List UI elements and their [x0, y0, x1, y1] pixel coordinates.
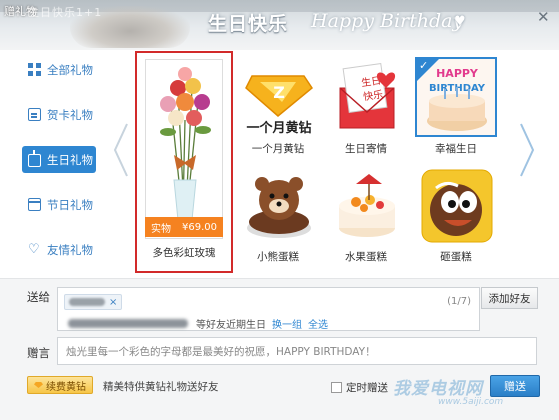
close-icon[interactable]: ✕	[537, 8, 550, 26]
sidebar-item-label: 全部礼物	[47, 62, 93, 77]
refresh-suggestions-link[interactable]: 换一组	[272, 316, 302, 331]
gift-price: ¥69.00	[182, 221, 217, 233]
site-watermark: 我爱电视网	[393, 379, 483, 399]
header-title: 生日快乐	[208, 13, 289, 35]
message-label: 赠言	[27, 346, 50, 360]
sidebar-item-all[interactable]: 全部礼物	[22, 56, 112, 83]
gift-name: 幸福生日	[435, 143, 477, 155]
renew-promo-text: 精美特供黄钻礼物送好友	[103, 381, 219, 393]
gift-fruit-cake[interactable]: 水果蛋糕	[325, 165, 407, 264]
gift-name: 水果蛋糕	[345, 251, 387, 263]
smash-cake-image	[415, 165, 497, 245]
gift-name: 一个月黄钻	[251, 143, 305, 155]
sidebar-item-label: 生日礼物	[47, 152, 93, 167]
sidebar-item-label: 贺卡礼物	[47, 107, 93, 122]
suggest-text: 等好友近期生日	[196, 320, 266, 331]
gift-rainbow-roses[interactable]: 实物 ¥69.00 多色彩虹玫瑰	[135, 51, 233, 273]
grid-icon	[28, 63, 41, 76]
redacted-name	[69, 298, 105, 306]
svg-text:HAPPY: HAPPY	[436, 67, 479, 80]
yellow-diamond-image: Z 一个月黄钻	[237, 57, 319, 137]
message-input[interactable]: 烛光里每一个彩色的字母都是最美好的祝愿，HAPPY BIRTHDAY！	[57, 337, 537, 365]
redacted-suggestions	[68, 319, 188, 328]
sidebar-item-cards[interactable]: 贺卡礼物	[22, 101, 112, 128]
gift-name: 多色彩虹玫瑰	[152, 247, 216, 259]
send-form: 送给 × (1/7) 等好友近期生日 换一组 全选 添加好友 赠言 烛光里每一个…	[0, 278, 559, 420]
cake-icon	[28, 150, 41, 167]
fruit-cake-image	[325, 165, 407, 245]
checkmark-icon: ✓	[419, 59, 429, 72]
scheduled-send-checkbox[interactable]	[331, 382, 342, 393]
remove-icon[interactable]: ×	[109, 297, 117, 308]
sidebar-item-label: 节日礼物	[47, 197, 93, 212]
recipient-chip[interactable]: ×	[64, 294, 123, 310]
physical-tag: 实物	[151, 223, 171, 235]
gift-happy-birthday[interactable]: HAPPY BIRTHDAY ✓ 幸福生日	[415, 57, 497, 156]
heart-outline-icon: ♡	[28, 242, 40, 257]
next-page-arrow[interactable]	[518, 120, 536, 180]
gift-grid: 实物 ¥69.00 多色彩虹玫瑰 Z 一个月黄钻 一个月黄钻 生日 快乐 生日寄…	[135, 51, 510, 276]
add-friend-button[interactable]: 添加好友	[481, 287, 538, 309]
gift-name: 小熊蛋糕	[257, 251, 299, 263]
to-label: 送给	[27, 290, 50, 304]
category-sidebar: 全部礼物 贺卡礼物 生日礼物 节日礼物 ♡ 友情礼物	[22, 56, 112, 281]
card-icon	[28, 108, 41, 121]
header-banner: 赠礼物 生日快乐1+1 生日快乐 Happy Birthday ♥ ✕	[0, 0, 559, 50]
birthday-suggestions: 等好友近期生日 换一组 全选	[68, 316, 328, 331]
heart-icon: ♥	[454, 14, 466, 29]
recipient-field[interactable]: × (1/7) 等好友近期生日 换一组 全选	[57, 287, 480, 331]
diamond-icon	[34, 382, 43, 388]
gift-name: 砸蛋糕	[440, 251, 472, 263]
gift-yellow-diamond[interactable]: Z 一个月黄钻 一个月黄钻	[237, 57, 319, 156]
sidebar-item-friendship[interactable]: ♡ 友情礼物	[22, 236, 112, 263]
prev-page-arrow[interactable]	[112, 120, 130, 180]
gift-birthday-letter[interactable]: 生日 快乐 生日寄情	[325, 57, 407, 156]
gift-name: 生日寄情	[345, 143, 387, 155]
send-button[interactable]: 赠送	[490, 375, 540, 397]
scheduled-send-option[interactable]: 定时赠送	[331, 380, 388, 395]
sidebar-item-holiday[interactable]: 节日礼物	[22, 191, 112, 218]
header-subtitle: Happy Birthday	[311, 10, 464, 32]
recipient-counter: (1/7)	[447, 296, 471, 307]
select-all-link[interactable]: 全选	[308, 316, 328, 331]
sidebar-item-label: 友情礼物	[47, 242, 93, 257]
sidebar-item-birthday[interactable]: 生日礼物	[22, 146, 96, 173]
calendar-icon	[28, 198, 41, 211]
gift-smash-cake[interactable]: 砸蛋糕	[415, 165, 497, 264]
birthday-letter-image: 生日 快乐	[325, 57, 407, 137]
price-bar: 实物 ¥69.00	[145, 217, 223, 237]
bear-cake-image	[237, 165, 319, 245]
gift-bear-cake[interactable]: 小熊蛋糕	[237, 165, 319, 264]
svg-text:Z: Z	[273, 83, 285, 102]
rose-vase-image	[145, 59, 223, 239]
diamond-caption: 一个月黄钻	[246, 120, 311, 136]
scheduled-send-label: 定时赠送	[346, 382, 388, 394]
site-watermark-url: www.5aiji.com	[438, 397, 504, 407]
top-watermark: 生日快乐1+1	[28, 6, 103, 19]
renew-button-label: 续费黄钻	[46, 381, 86, 393]
happy-birthday-cake-image: HAPPY BIRTHDAY ✓	[415, 57, 497, 137]
renew-yellow-diamond-button[interactable]: 续费黄钻	[27, 376, 93, 394]
